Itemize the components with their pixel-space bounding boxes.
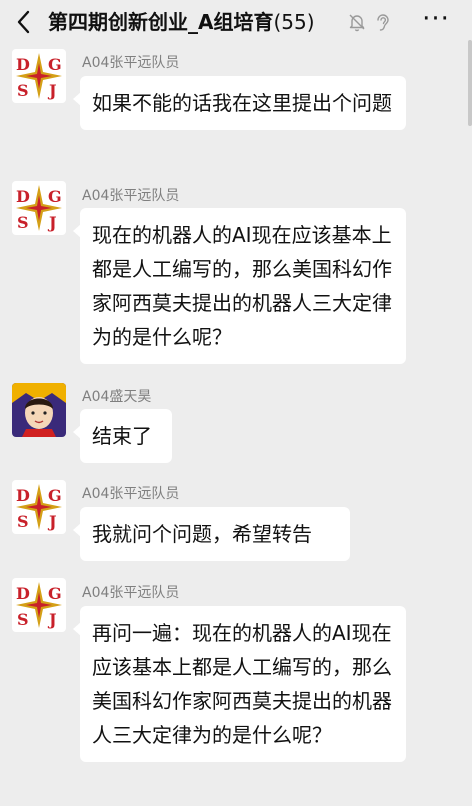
svg-text:S: S: [17, 213, 29, 232]
scrollbar[interactable]: [468, 40, 472, 126]
sender-name: A04张平远队员: [82, 188, 180, 204]
sender-name: A04张平远队员: [82, 486, 180, 502]
member-count: (55): [273, 10, 315, 34]
svg-text:D: D: [16, 55, 30, 74]
sender-name: A04盛天昊: [82, 389, 152, 405]
avatar[interactable]: [12, 383, 66, 437]
svg-text:J: J: [47, 610, 57, 629]
avatar[interactable]: D G S J: [12, 480, 66, 534]
message-bubble[interactable]: 我就问个问题，希望转告: [73, 507, 350, 561]
back-arrow-icon[interactable]: [10, 8, 38, 36]
ear-icon: [372, 12, 392, 32]
svg-text:S: S: [17, 81, 29, 100]
svg-text:J: J: [47, 213, 57, 232]
more-options-icon[interactable]: ···: [416, 6, 456, 36]
svg-text:G: G: [48, 584, 62, 603]
svg-text:D: D: [16, 584, 30, 603]
svg-text:S: S: [17, 610, 29, 629]
message-bubble[interactable]: 再问一遍：现在的机器人的AI现在应该基本上都是人工编写的，那么美国科幻作家阿西莫…: [73, 606, 406, 762]
sender-name: A04张平远队员: [82, 585, 180, 601]
svg-text:G: G: [48, 486, 62, 505]
svg-text:G: G: [48, 187, 62, 206]
sender-name: A04张平远队员: [82, 55, 180, 71]
chat-title: 第四期创新创业_A组培育(55): [48, 8, 315, 36]
message-bubble[interactable]: 现在的机器人的AI现在应该基本上都是人工编写的，那么美国科幻作家阿西莫夫提出的机…: [73, 208, 406, 364]
message-bubble[interactable]: 结束了: [73, 409, 172, 463]
svg-text:J: J: [47, 81, 57, 100]
svg-text:J: J: [47, 512, 57, 531]
svg-text:S: S: [17, 512, 29, 531]
avatar[interactable]: D G S J: [12, 578, 66, 632]
svg-text:D: D: [16, 187, 30, 206]
svg-text:D: D: [16, 486, 30, 505]
avatar[interactable]: D G S J: [12, 49, 66, 103]
group-name: 第四期创新创业_A组培育: [48, 10, 274, 34]
message-bubble[interactable]: 如果不能的话我在这里提出个问题: [73, 76, 406, 130]
chat-header: 第四期创新创业_A组培育(55) ···: [0, 0, 472, 44]
mute-bell-icon: [347, 12, 367, 32]
svg-text:G: G: [48, 55, 62, 74]
avatar[interactable]: D G S J: [12, 181, 66, 235]
